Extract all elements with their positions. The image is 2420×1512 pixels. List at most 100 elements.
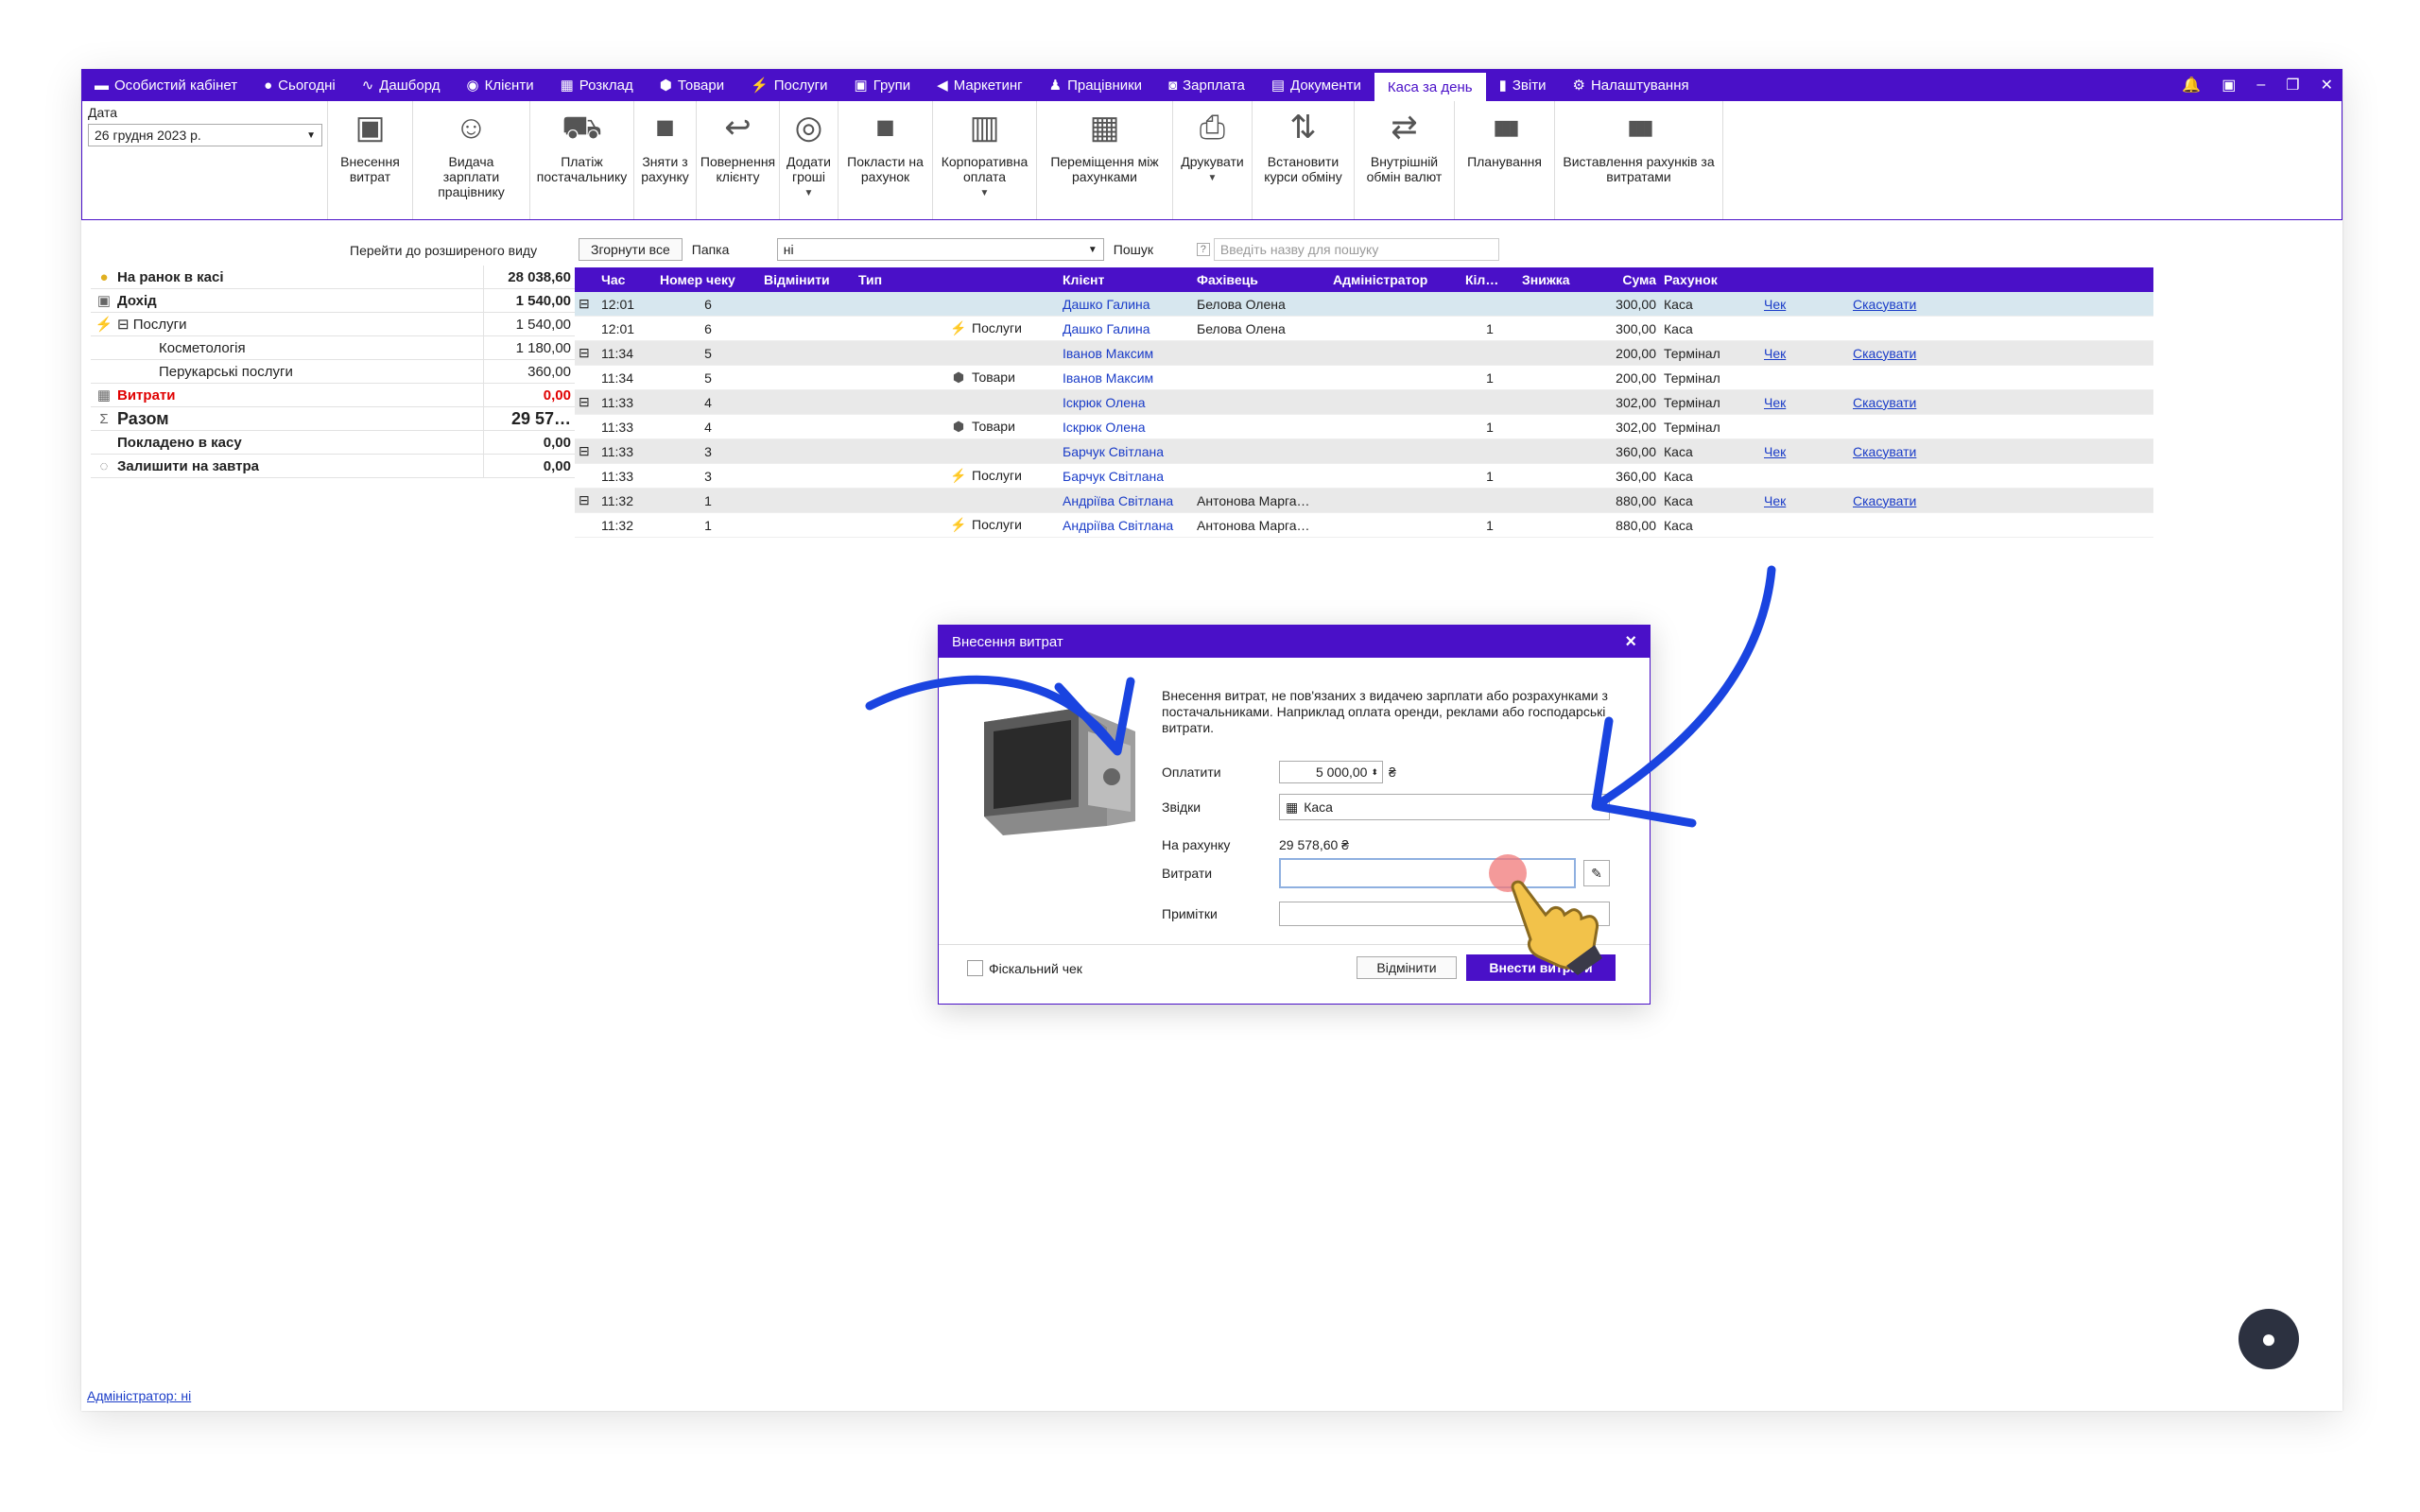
nav-tab-7[interactable]: ▣ Групи (841, 69, 925, 101)
nav-tab-14[interactable]: ⚙ Налаштування (1559, 69, 1702, 101)
column-header[interactable]: Номер чеку (656, 272, 760, 287)
ribbon-button-13[interactable]: ▮▮▮ Виставлення рахунків за витратами (1555, 101, 1723, 219)
table-row[interactable]: ⊟ 12:01 6 Дашко Галина Белова Олена 300,00 Кас… (575, 292, 2153, 317)
nav-tab-3[interactable]: ◉ Клієнти (453, 69, 546, 101)
bell-icon[interactable]: 🔔 (2182, 76, 2201, 94)
receipt-link[interactable]: Чек (1760, 346, 1849, 361)
search-input[interactable]: Введіть назву для пошуку (1213, 238, 1499, 261)
column-header[interactable]: Фахівець (1193, 272, 1329, 287)
cell-client[interactable]: Іванов Максим (1059, 370, 1193, 386)
column-header[interactable]: Відмінити (760, 272, 855, 287)
column-header[interactable]: Час (597, 272, 656, 287)
nav-tab-6[interactable]: ⚡ Послуги (737, 69, 840, 101)
nav-tab-1[interactable]: ● Сьогодні (251, 69, 349, 101)
nav-tab-4[interactable]: ▦ Розклад (547, 69, 647, 101)
cancel-link[interactable]: Скасувати (1849, 395, 1962, 410)
table-row[interactable]: ⊟ 11:34 5 Іванов Максим 200,00 Термінал Чек Ска… (575, 341, 2153, 366)
column-header[interactable]: Клієнт (1059, 272, 1193, 287)
table-row[interactable]: ⊟ 11:33 3 Барчук Світлана 360,00 Каса Чек Скасу… (575, 439, 2153, 464)
table-row[interactable]: ⊟ 11:33 4 Іскрюк Олена 302,00 Термінал Чек Скас… (575, 390, 2153, 415)
receipt-link[interactable]: Чек (1760, 493, 1849, 508)
cell-client[interactable]: Іскрюк Олена (1059, 420, 1193, 435)
cancel-link[interactable]: Скасувати (1849, 444, 1962, 459)
collapse-toggle-icon[interactable]: ⊟ (575, 296, 597, 312)
admin-status-link[interactable]: Адміністратор: ні (87, 1388, 191, 1403)
column-header[interactable]: Рахунок (1660, 272, 1760, 287)
admin-status-text[interactable]: Адміністратор: ні (87, 1388, 191, 1403)
help-icon: ? (1196, 243, 1210, 256)
cell-client[interactable]: Барчук Світлана (1059, 469, 1193, 484)
column-header[interactable]: Кіл… (1461, 272, 1518, 287)
receipt-link[interactable]: Чек (1760, 444, 1849, 459)
restore-icon[interactable]: ❐ (2286, 76, 2299, 94)
spinner-icon[interactable]: ⬍ (1371, 767, 1378, 778)
collapse-toggle-icon[interactable]: ⊟ (575, 492, 597, 508)
collapse-toggle-icon[interactable]: ⊟ (575, 443, 597, 459)
nav-tab-2[interactable]: ∿ Дашборд (349, 69, 454, 101)
table-row[interactable]: 11:32 1 ⚡ Послуги Андріїва Світлана Антонова … (575, 513, 2153, 538)
cancel-link[interactable]: Скасувати (1849, 346, 1962, 361)
cancel-link[interactable]: Скасувати (1849, 493, 1962, 508)
cell-client[interactable]: Дашко Галина (1059, 297, 1193, 312)
table-row[interactable]: 11:33 3 ⚡ Послуги Барчук Світлана 1 360,00 Каса (575, 464, 2153, 489)
column-header[interactable]: Адміністратор (1329, 272, 1461, 287)
calculator-icon: ▦ (1286, 799, 1299, 815)
cell-client[interactable]: Іскрюк Олена (1059, 395, 1193, 410)
expanded-view-link[interactable]: Перейти до розширеного виду (350, 243, 537, 258)
pay-amount-input[interactable]: 5 000,00 ⬍ (1279, 761, 1383, 783)
summary-label: Разом (117, 407, 484, 430)
nav-tab-5[interactable]: ⬢ Товари (647, 69, 737, 101)
ribbon-button-12[interactable]: ▮▮▮ Планування (1455, 101, 1555, 219)
nav-tab-label: Розклад (579, 77, 633, 94)
nav-tab-8[interactable]: ◀ Маркетинг (924, 69, 1035, 101)
cancel-link[interactable]: Скасувати (1849, 297, 1962, 312)
table-row[interactable]: 12:01 6 ⚡ Послуги Дашко Галина Белова Олена 1 3… (575, 317, 2153, 341)
person-icon: ♟ (1048, 77, 1063, 94)
ribbon-button-2[interactable]: ⛟ Платіж постачальнику (530, 101, 634, 219)
ribbon-button-0[interactable]: ▣ Внесення витрат (328, 101, 413, 219)
date-picker[interactable]: 26 грудня 2023 р. ▼ (88, 124, 322, 146)
date-label: Дата (88, 105, 118, 120)
cell-client[interactable]: Іванов Максим (1059, 346, 1193, 361)
nav-tab-12[interactable]: Каса за день (1374, 73, 1486, 101)
cell-client[interactable]: Барчук Світлана (1059, 444, 1193, 459)
nav-tab-11[interactable]: ▤ Документи (1258, 69, 1374, 101)
ribbon-button-11[interactable]: ⇄ Внутрішній обмін валют (1355, 101, 1455, 219)
ribbon-button-7[interactable]: ▥ Корпоративна оплата ▼ (933, 101, 1037, 219)
cell-client[interactable]: Дашко Галина (1059, 321, 1193, 336)
ribbon-button-10[interactable]: ⇅ Встановити курси обміну (1253, 101, 1355, 219)
ribbon-button-8[interactable]: ▦ Переміщення між рахунками (1037, 101, 1173, 219)
nav-tab-13[interactable]: ▮ Звіти (1486, 69, 1560, 101)
ribbon-button-3[interactable]: ■ Зняти з рахунку (634, 101, 697, 219)
collapse-toggle-icon[interactable]: ⊟ (575, 345, 597, 361)
ribbon-button-9[interactable]: ⎙ Друкувати ▼ (1173, 101, 1253, 219)
nav-tab-10[interactable]: ◙ Зарплата (1155, 69, 1258, 101)
column-header[interactable]: Знижка (1518, 272, 1581, 287)
cell-type-label: Послуги (972, 320, 1022, 335)
collapse-toggle-icon[interactable]: ⊟ (575, 394, 597, 410)
ribbon-button-1[interactable]: ☺ Видача зарплати працівнику (413, 101, 530, 219)
chat-button[interactable]: ● (2238, 1309, 2299, 1369)
close-icon[interactable]: ✕ (2321, 76, 2333, 94)
table-row[interactable]: ⊟ 11:32 1 Андріїва Світлана Антонова Марга… 8… (575, 489, 2153, 513)
column-header[interactable]: Сума (1581, 272, 1660, 287)
cell-client[interactable]: Андріїва Світлана (1059, 518, 1193, 533)
minimize-icon[interactable]: – (2256, 77, 2265, 94)
lock-icon[interactable]: ▣ (2221, 76, 2236, 94)
table-row[interactable]: 11:34 5 ⬢ Товари Іванов Максим 1 200,00 Терміна… (575, 366, 2153, 390)
column-header[interactable]: Тип (855, 272, 1059, 287)
table-row[interactable]: 11:33 4 ⬢ Товари Іскрюк Олена 1 302,00 Термінал (575, 415, 2153, 439)
receipt-link[interactable]: Чек (1760, 395, 1849, 410)
ribbon-button-4[interactable]: ↩ Повернення клієнту (697, 101, 780, 219)
fiscal-checkbox[interactable] (967, 960, 983, 976)
receipt-link[interactable]: Чек (1760, 297, 1849, 312)
ribbon-button-6[interactable]: ■ Покласти на рахунок (838, 101, 933, 219)
ribbon-button-5[interactable]: ◎ Додати гроші ▼ (780, 101, 838, 219)
cell-receipt-number: 6 (704, 320, 712, 336)
collapse-all-button[interactable]: Згорнути все (579, 238, 683, 261)
cancel-button[interactable]: Відмінити (1357, 956, 1457, 979)
cell-client[interactable]: Андріїва Світлана (1059, 493, 1193, 508)
nav-tab-0[interactable]: ▬ Особистий кабінет (81, 69, 251, 101)
nav-tab-9[interactable]: ♟ Працівники (1036, 69, 1155, 101)
folder-select[interactable]: ні ▼ (776, 238, 1104, 261)
